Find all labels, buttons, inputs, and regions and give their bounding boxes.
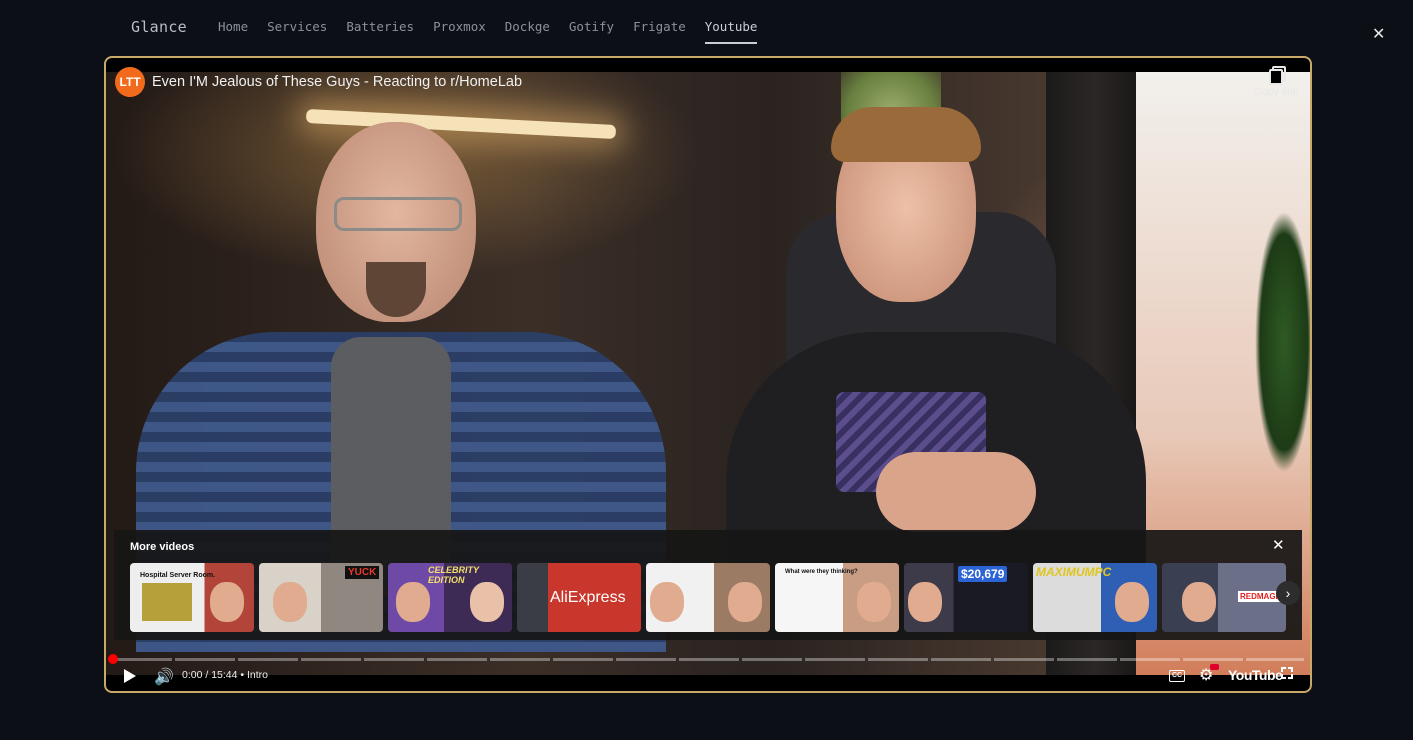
video-thumbnail[interactable]: REDMAGIC (1162, 563, 1286, 632)
more-videos-list: Hospital Server Room. YUCK CELEBRITY EDI… (130, 563, 1286, 632)
video-thumbnail[interactable]: What were they thinking? (775, 563, 899, 632)
video-thumbnail[interactable] (646, 563, 770, 632)
time-display: 0:00 / 15:44 • Intro (182, 669, 268, 681)
video-thumbnail[interactable]: AliExpress (517, 563, 641, 632)
chapter-label[interactable]: • Intro (240, 669, 268, 681)
nav-tab-proxmox[interactable]: Proxmox (433, 19, 486, 44)
video-thumbnail[interactable]: $20,679 (904, 563, 1028, 632)
captions-icon[interactable]: CC (1169, 670, 1185, 682)
thumbnail-caption: MAXIMUMPC (1036, 565, 1112, 579)
video-thumbnail[interactable]: Hospital Server Room. (130, 563, 254, 632)
video-modal: LTT Even I'M Jealous of These Guys - Rea… (104, 56, 1312, 693)
hd-badge-icon (1210, 664, 1219, 670)
more-videos-title: More videos (130, 541, 195, 553)
volume-icon[interactable]: 🔊 (154, 667, 174, 686)
video-thumbnail[interactable]: MAXIMUMPC (1033, 563, 1157, 632)
fullscreen-icon[interactable] (1281, 667, 1293, 679)
youtube-logo[interactable]: YouTube (1228, 667, 1283, 683)
video-thumbnail[interactable]: CELEBRITY EDITION (388, 563, 512, 632)
chevron-right-icon[interactable]: › (1276, 581, 1300, 605)
video-title[interactable]: Even I'M Jealous of These Guys - Reactin… (152, 74, 522, 90)
video-thumbnail[interactable]: YUCK (259, 563, 383, 632)
nav-tab-frigate[interactable]: Frigate (633, 19, 686, 44)
background-plant (1236, 132, 1310, 552)
nav-tab-batteries[interactable]: Batteries (346, 19, 414, 44)
thumbnail-caption: Hospital Server Room. (140, 572, 216, 579)
more-videos-panel: More videos ✕ Hospital Server Room. YUCK… (114, 530, 1302, 640)
time-elapsed-total: 0:00 / 15:44 (182, 669, 238, 681)
more-videos-close-icon[interactable]: ✕ (1272, 536, 1285, 554)
play-icon[interactable] (124, 669, 136, 683)
thumbnail-caption: What were they thinking? (785, 569, 858, 575)
copy-link-label: Copy link (1253, 86, 1299, 98)
thumbnail-caption: AliExpress (550, 589, 626, 606)
top-nav: Glance Home Services Batteries Proxmox D… (0, 0, 1413, 50)
nav-tab-youtube[interactable]: Youtube (704, 19, 758, 44)
copy-icon (1269, 66, 1286, 85)
nav-tab-dockge[interactable]: Dockge (505, 19, 550, 44)
copy-link-button[interactable]: Copy link (1246, 66, 1306, 98)
channel-avatar[interactable]: LTT (115, 67, 145, 97)
nav-tabs: Home Services Batteries Proxmox Dockge G… (218, 19, 758, 44)
thumbnail-caption: $20,679 (958, 566, 1008, 582)
nav-tab-gotify[interactable]: Gotify (569, 19, 614, 44)
player-controls: 🔊 0:00 / 15:44 • Intro CC ⚙ YouTube (106, 661, 1310, 689)
brand-logo[interactable]: Glance (131, 18, 187, 36)
nav-tab-home[interactable]: Home (218, 19, 248, 44)
thumbnail-caption: YUCK (345, 566, 380, 579)
close-icon[interactable]: ✕ (1372, 24, 1385, 43)
thumbnail-caption: CELEBRITY EDITION (428, 565, 479, 585)
nav-tab-services[interactable]: Services (267, 19, 327, 44)
